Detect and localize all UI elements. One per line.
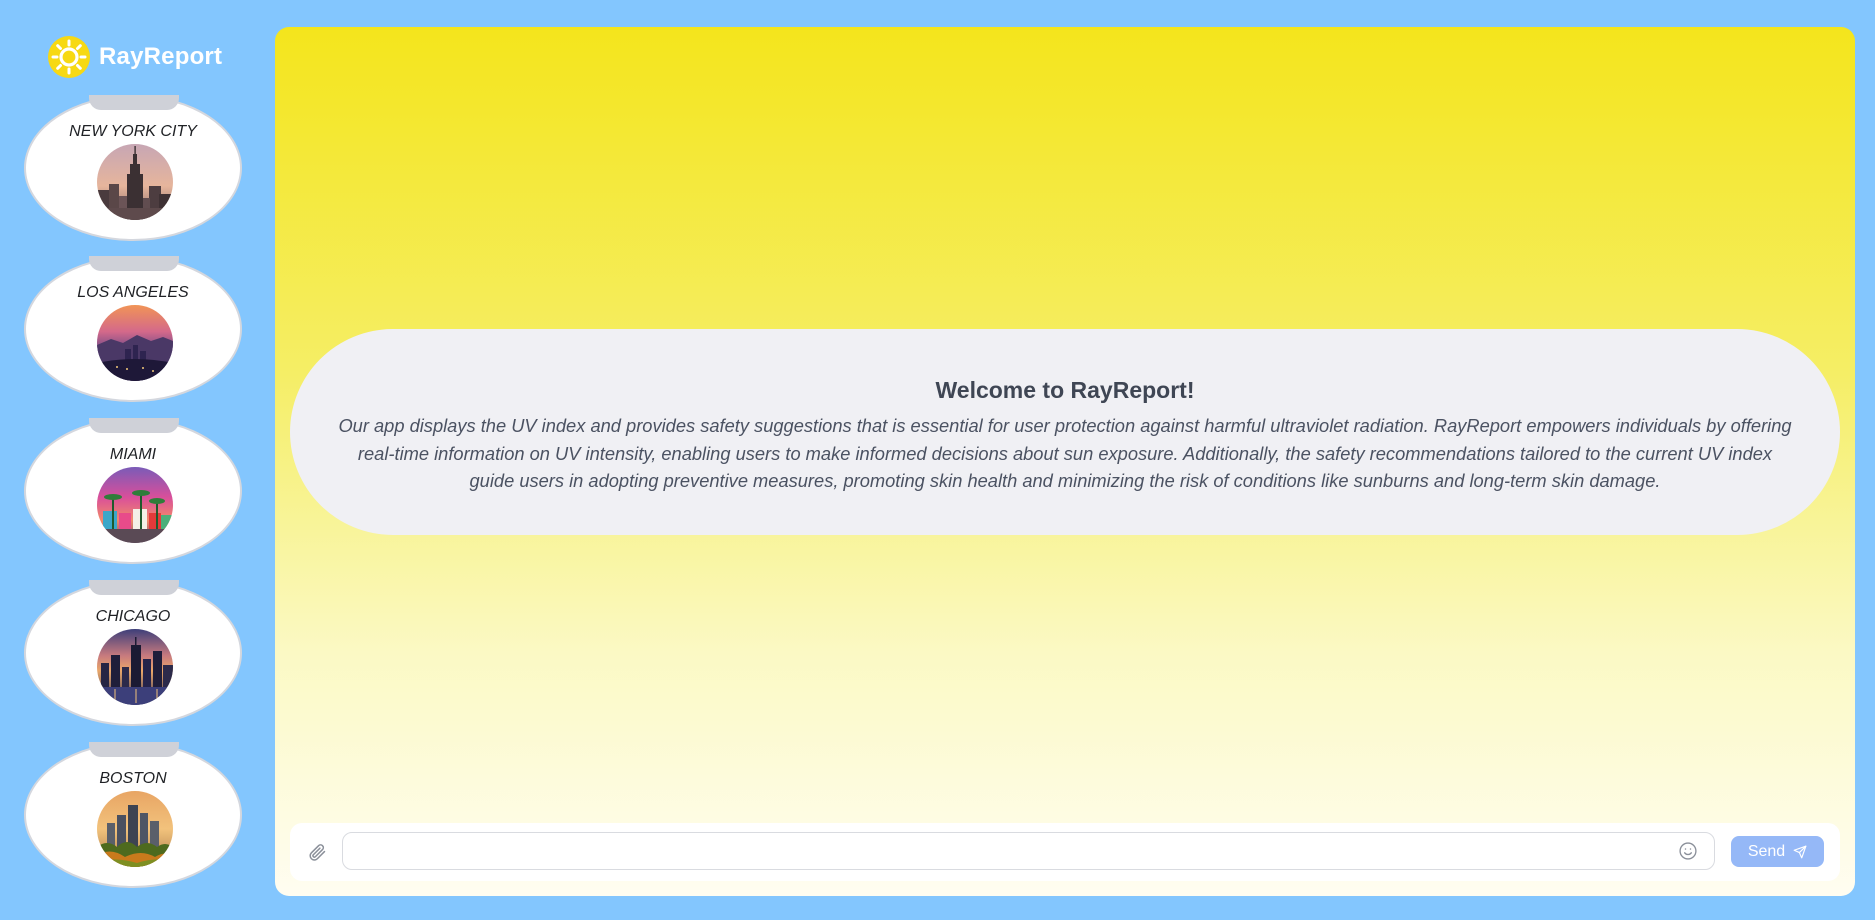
city-name: NEW YORK CITY — [69, 123, 197, 140]
paper-plane-icon — [1793, 845, 1807, 858]
paperclip-icon[interactable] — [307, 842, 327, 862]
card-tab — [89, 580, 179, 595]
card-tab — [89, 418, 179, 433]
welcome-card: Welcome to RayReport! Our app displays t… — [290, 329, 1840, 535]
card-tab — [89, 742, 179, 757]
city-photo-boston — [97, 791, 173, 867]
sun-icon — [48, 36, 90, 78]
city-name: MIAMI — [109, 446, 157, 463]
welcome-title: Welcome to RayReport! — [935, 377, 1195, 403]
city-photo-miami — [97, 467, 173, 543]
smiley-icon[interactable] — [1678, 841, 1698, 861]
sidebar: RayReport NEW YORK CITY LOS ANGELES MIAM… — [0, 0, 272, 920]
app-title: RayReport — [99, 43, 223, 70]
city-card-chicago[interactable]: CHICAGO — [24, 580, 242, 726]
message-input[interactable] — [342, 832, 1715, 870]
city-card-boston[interactable]: BOSTON — [24, 742, 242, 888]
city-card-new-york[interactable]: NEW YORK CITY — [24, 95, 242, 241]
brand[interactable]: RayReport — [48, 35, 222, 79]
message-composer: Send — [290, 823, 1840, 881]
card-tab — [89, 95, 179, 110]
city-card-los-angeles[interactable]: LOS ANGELES — [24, 256, 242, 402]
welcome-description: Our app displays the UV index and provid… — [338, 415, 1792, 491]
send-label: Send — [1747, 842, 1786, 860]
city-card-miami[interactable]: MIAMI — [24, 418, 242, 564]
card-tab — [89, 256, 179, 271]
send-button[interactable]: Send — [1731, 836, 1824, 867]
city-name: LOS ANGELES — [77, 284, 189, 301]
city-name: CHICAGO — [95, 608, 171, 625]
city-photo-los-angeles — [97, 305, 173, 381]
city-name: BOSTON — [99, 770, 167, 787]
main-panel: Welcome to RayReport! Our app displays t… — [275, 27, 1855, 896]
city-photo-chicago — [97, 629, 173, 705]
city-photo-new-york — [97, 144, 173, 220]
